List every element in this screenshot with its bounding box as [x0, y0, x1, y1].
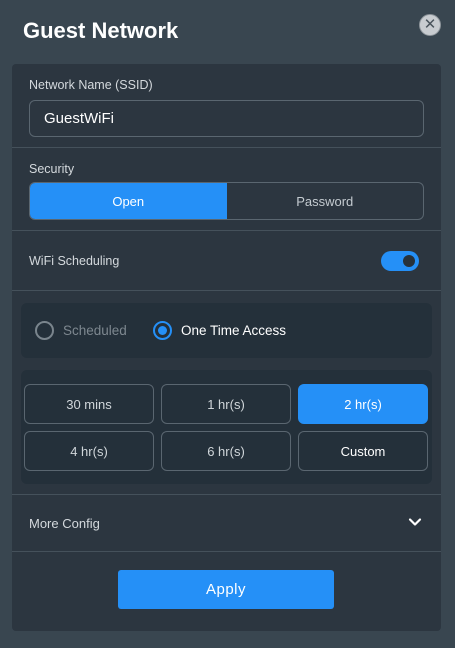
duration-1-hr-button[interactable]: 1 hr(s) [161, 384, 291, 424]
security-password-option[interactable]: Password [227, 183, 424, 219]
divider [12, 230, 441, 231]
divider [12, 290, 441, 291]
guest-network-dialog: Guest Network ✕ Network Name (SSID) Secu… [0, 0, 455, 648]
dialog-header: Guest Network ✕ [0, 0, 455, 64]
security-segmented-control: Open Password [29, 182, 424, 220]
close-icon: ✕ [423, 16, 437, 33]
close-button[interactable]: ✕ [419, 14, 441, 36]
duration-30-mins-button[interactable]: 30 mins [24, 384, 154, 424]
radio-scheduled-label: Scheduled [63, 323, 127, 338]
duration-6-hr-button[interactable]: 6 hr(s) [161, 431, 291, 471]
wifi-scheduling-label: WiFi Scheduling [29, 254, 120, 268]
more-config-label: More Config [29, 516, 100, 531]
radio-one-time-access[interactable]: One Time Access [153, 321, 286, 340]
access-mode-group: Scheduled One Time Access [21, 303, 432, 358]
divider [12, 551, 441, 552]
radio-checked-icon [153, 321, 172, 340]
security-open-option[interactable]: Open [30, 183, 227, 219]
security-label: Security [29, 162, 75, 176]
duration-2-hr-button[interactable]: 2 hr(s) [298, 384, 428, 424]
ssid-input[interactable] [29, 100, 424, 137]
radio-scheduled[interactable]: Scheduled [35, 321, 127, 340]
duration-grid: 30 mins 1 hr(s) 2 hr(s) 4 hr(s) 6 hr(s) … [21, 370, 432, 484]
divider [12, 147, 441, 148]
chevron-down-icon [408, 518, 422, 526]
duration-4-hr-button[interactable]: 4 hr(s) [24, 431, 154, 471]
radio-one-time-access-label: One Time Access [181, 323, 287, 338]
duration-custom-button[interactable]: Custom [298, 431, 428, 471]
toggle-knob [403, 255, 415, 267]
radio-unchecked-icon [35, 321, 54, 340]
settings-panel: Network Name (SSID) Security Open Passwo… [12, 64, 441, 631]
ssid-label: Network Name (SSID) [29, 78, 153, 92]
apply-button[interactable]: Apply [118, 570, 334, 609]
wifi-scheduling-toggle[interactable] [381, 251, 419, 271]
more-config-row[interactable]: More Config [12, 495, 441, 551]
dialog-title: Guest Network [23, 18, 179, 43]
